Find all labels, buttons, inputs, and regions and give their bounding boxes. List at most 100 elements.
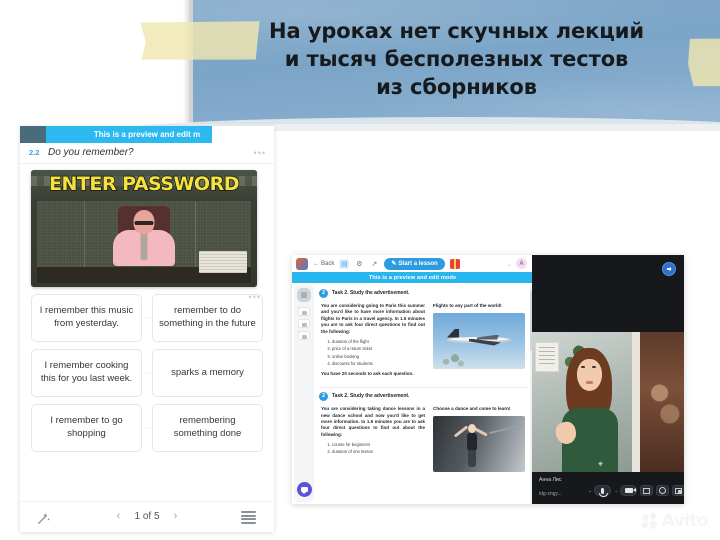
participant-video-secondary[interactable] bbox=[632, 332, 684, 472]
airplane-shape bbox=[447, 328, 511, 346]
task-aside-column: Choose a dance and come to learn! bbox=[433, 406, 525, 472]
camera-button[interactable] bbox=[620, 485, 638, 496]
participant-face bbox=[577, 359, 602, 391]
participant-subtitle: idg-zngy... bbox=[539, 491, 562, 497]
card-item[interactable]: I remember this music from yesterday. bbox=[31, 294, 142, 342]
card-drag-handle[interactable]: ⋮ bbox=[142, 404, 152, 452]
chevron-down-icon[interactable]: ⌄ bbox=[507, 261, 512, 268]
task-list-item: price of a return ticket bbox=[332, 346, 425, 352]
card-item[interactable]: sparks a memory bbox=[152, 349, 263, 397]
next-page-button[interactable]: › bbox=[169, 508, 183, 524]
task-aside-column: Flights to any part of the world! bbox=[433, 303, 525, 381]
slide-title: Do you remember? bbox=[48, 146, 134, 158]
task-body: You are considering taking dance lessons… bbox=[317, 406, 532, 472]
avatar[interactable]: A bbox=[516, 258, 527, 269]
headline-line-3: из сборников bbox=[376, 74, 537, 99]
page-view-icon[interactable]: ▤ bbox=[339, 258, 350, 269]
mic-options-caret-icon[interactable]: ⌄ bbox=[588, 488, 592, 494]
screen-share-button[interactable] bbox=[672, 485, 684, 496]
page-indicator: 1 of 5 bbox=[134, 510, 160, 522]
meme-image: ENTER PASSWORD bbox=[31, 170, 257, 287]
worksheet-canvas: 2 Task 2. Study the advertisement. You a… bbox=[317, 285, 532, 504]
dancer-photo bbox=[433, 415, 525, 472]
advertisement-caption: Flights to any part of the world! bbox=[433, 303, 502, 308]
gear-icon[interactable]: ⚙ bbox=[354, 259, 364, 269]
card-item[interactable]: I remember cooking this for you last wee… bbox=[31, 349, 142, 397]
task-list-item: discounts for students bbox=[332, 361, 425, 367]
card-item[interactable]: remembering something done bbox=[152, 404, 263, 452]
pencil-icon: ✎ bbox=[391, 261, 397, 267]
screen-share-icon bbox=[675, 487, 683, 494]
sidebar-tool-shape-icon[interactable] bbox=[298, 331, 310, 340]
hero-banner: На уроках нет скучных лекций и тысяч бес… bbox=[193, 0, 720, 124]
card-drag-handle[interactable]: ⋮ bbox=[142, 349, 152, 397]
avito-label: Avito bbox=[661, 511, 709, 531]
meme-papers bbox=[199, 251, 247, 273]
task-closing: You have 20 seconds to ask each question… bbox=[321, 370, 414, 376]
poster-stage: На уроках нет скучных лекций и тысяч бес… bbox=[0, 0, 720, 540]
sidebar-pages-icon[interactable] bbox=[297, 288, 311, 302]
editor-sidebar bbox=[294, 285, 314, 502]
share-arrow-icon[interactable]: ↗ bbox=[369, 259, 379, 269]
meme-caption: ENTER PASSWORD bbox=[48, 172, 240, 196]
participant-eye-left bbox=[581, 366, 585, 368]
participant-name: Анна Лис bbox=[539, 477, 562, 483]
list-icon[interactable] bbox=[241, 511, 256, 524]
call-controls: ⌄ ⌄ bbox=[588, 485, 684, 497]
pagination: ‹ 1 of 5 › bbox=[111, 508, 182, 524]
avito-logo-icon bbox=[641, 512, 659, 530]
headline-line-2: и тысяч бесполезных тестов bbox=[284, 46, 629, 71]
video-call-panel: ⌖ Анна Лис idg-zngy... ⌄ ⌄ bbox=[532, 255, 684, 504]
task-list-item: duration of the flight bbox=[332, 339, 425, 345]
sidebar-tool-text-icon[interactable] bbox=[298, 307, 310, 316]
meme-person-tie bbox=[140, 232, 148, 260]
meme-person bbox=[112, 210, 176, 266]
dancer-head bbox=[468, 423, 476, 433]
dancer-figure bbox=[453, 423, 488, 468]
slide-header: 2.2 Do you remember? ••• bbox=[20, 143, 274, 164]
preview-mode-banner: This is a preview and edit m bbox=[20, 126, 274, 143]
chat-glyph bbox=[301, 487, 308, 494]
grid-view-icon bbox=[643, 487, 651, 494]
chat-bubble-icon[interactable] bbox=[297, 482, 312, 497]
wall-picture bbox=[535, 342, 559, 372]
participant-video-main[interactable] bbox=[532, 332, 632, 472]
task-title: Task 2. Study the advertisement. bbox=[332, 393, 410, 400]
task-question-list: duration of the flight price of a return… bbox=[321, 339, 425, 367]
prev-page-button[interactable]: ‹ bbox=[111, 508, 125, 524]
washi-tape-right bbox=[687, 37, 720, 88]
sidebar-tools bbox=[298, 307, 310, 340]
banner-right-mask bbox=[212, 126, 274, 143]
share-screen-icon[interactable] bbox=[662, 262, 676, 276]
task-heading: 2 Task 2. Study the advertisement. bbox=[319, 392, 532, 402]
participant-mouth bbox=[586, 381, 593, 384]
start-lesson-label: Start a lesson bbox=[398, 260, 438, 267]
answer-cards-grid: ••• I remember this music from yesterday… bbox=[31, 292, 263, 452]
reactions-button[interactable] bbox=[656, 485, 670, 496]
dancer-torso bbox=[467, 432, 477, 451]
back-arrow-icon: ← bbox=[313, 260, 319, 267]
camera-options-caret-icon[interactable]: ⌄ bbox=[614, 488, 618, 494]
back-button[interactable]: ← Back bbox=[313, 261, 334, 267]
editor-bottom-toolbar: ‹ 1 of 5 › bbox=[20, 501, 274, 532]
cards-more-icon[interactable]: ••• bbox=[249, 292, 261, 302]
sidebar-tool-image-icon[interactable] bbox=[298, 319, 310, 328]
app-logo-icon bbox=[296, 257, 308, 270]
task-body: You are considering going to Paris this … bbox=[317, 303, 532, 381]
card-item[interactable]: remember to do something in the future bbox=[152, 294, 263, 342]
start-lesson-button[interactable]: ✎ Start a lesson bbox=[384, 257, 445, 270]
task-list-item: duration of one lesson bbox=[332, 449, 425, 455]
task-list-item: online booking bbox=[332, 354, 425, 360]
grid-view-button[interactable] bbox=[640, 485, 654, 496]
magic-wand-icon[interactable] bbox=[36, 510, 52, 526]
task-paragraph: You are considering taking dance lessons… bbox=[321, 406, 425, 437]
gift-icon[interactable] bbox=[449, 258, 460, 269]
mic-button[interactable] bbox=[594, 485, 612, 497]
task-heading: 2 Task 2. Study the advertisement. bbox=[319, 289, 532, 298]
task-number-badge: 2 bbox=[319, 392, 328, 402]
slide-more-icon[interactable]: ••• bbox=[254, 148, 266, 158]
mic-icon bbox=[599, 487, 609, 497]
card-drag-handle[interactable]: ⋮ bbox=[142, 294, 152, 342]
airplane-photo bbox=[433, 312, 525, 369]
card-item[interactable]: I remember to go shopping bbox=[31, 404, 142, 452]
